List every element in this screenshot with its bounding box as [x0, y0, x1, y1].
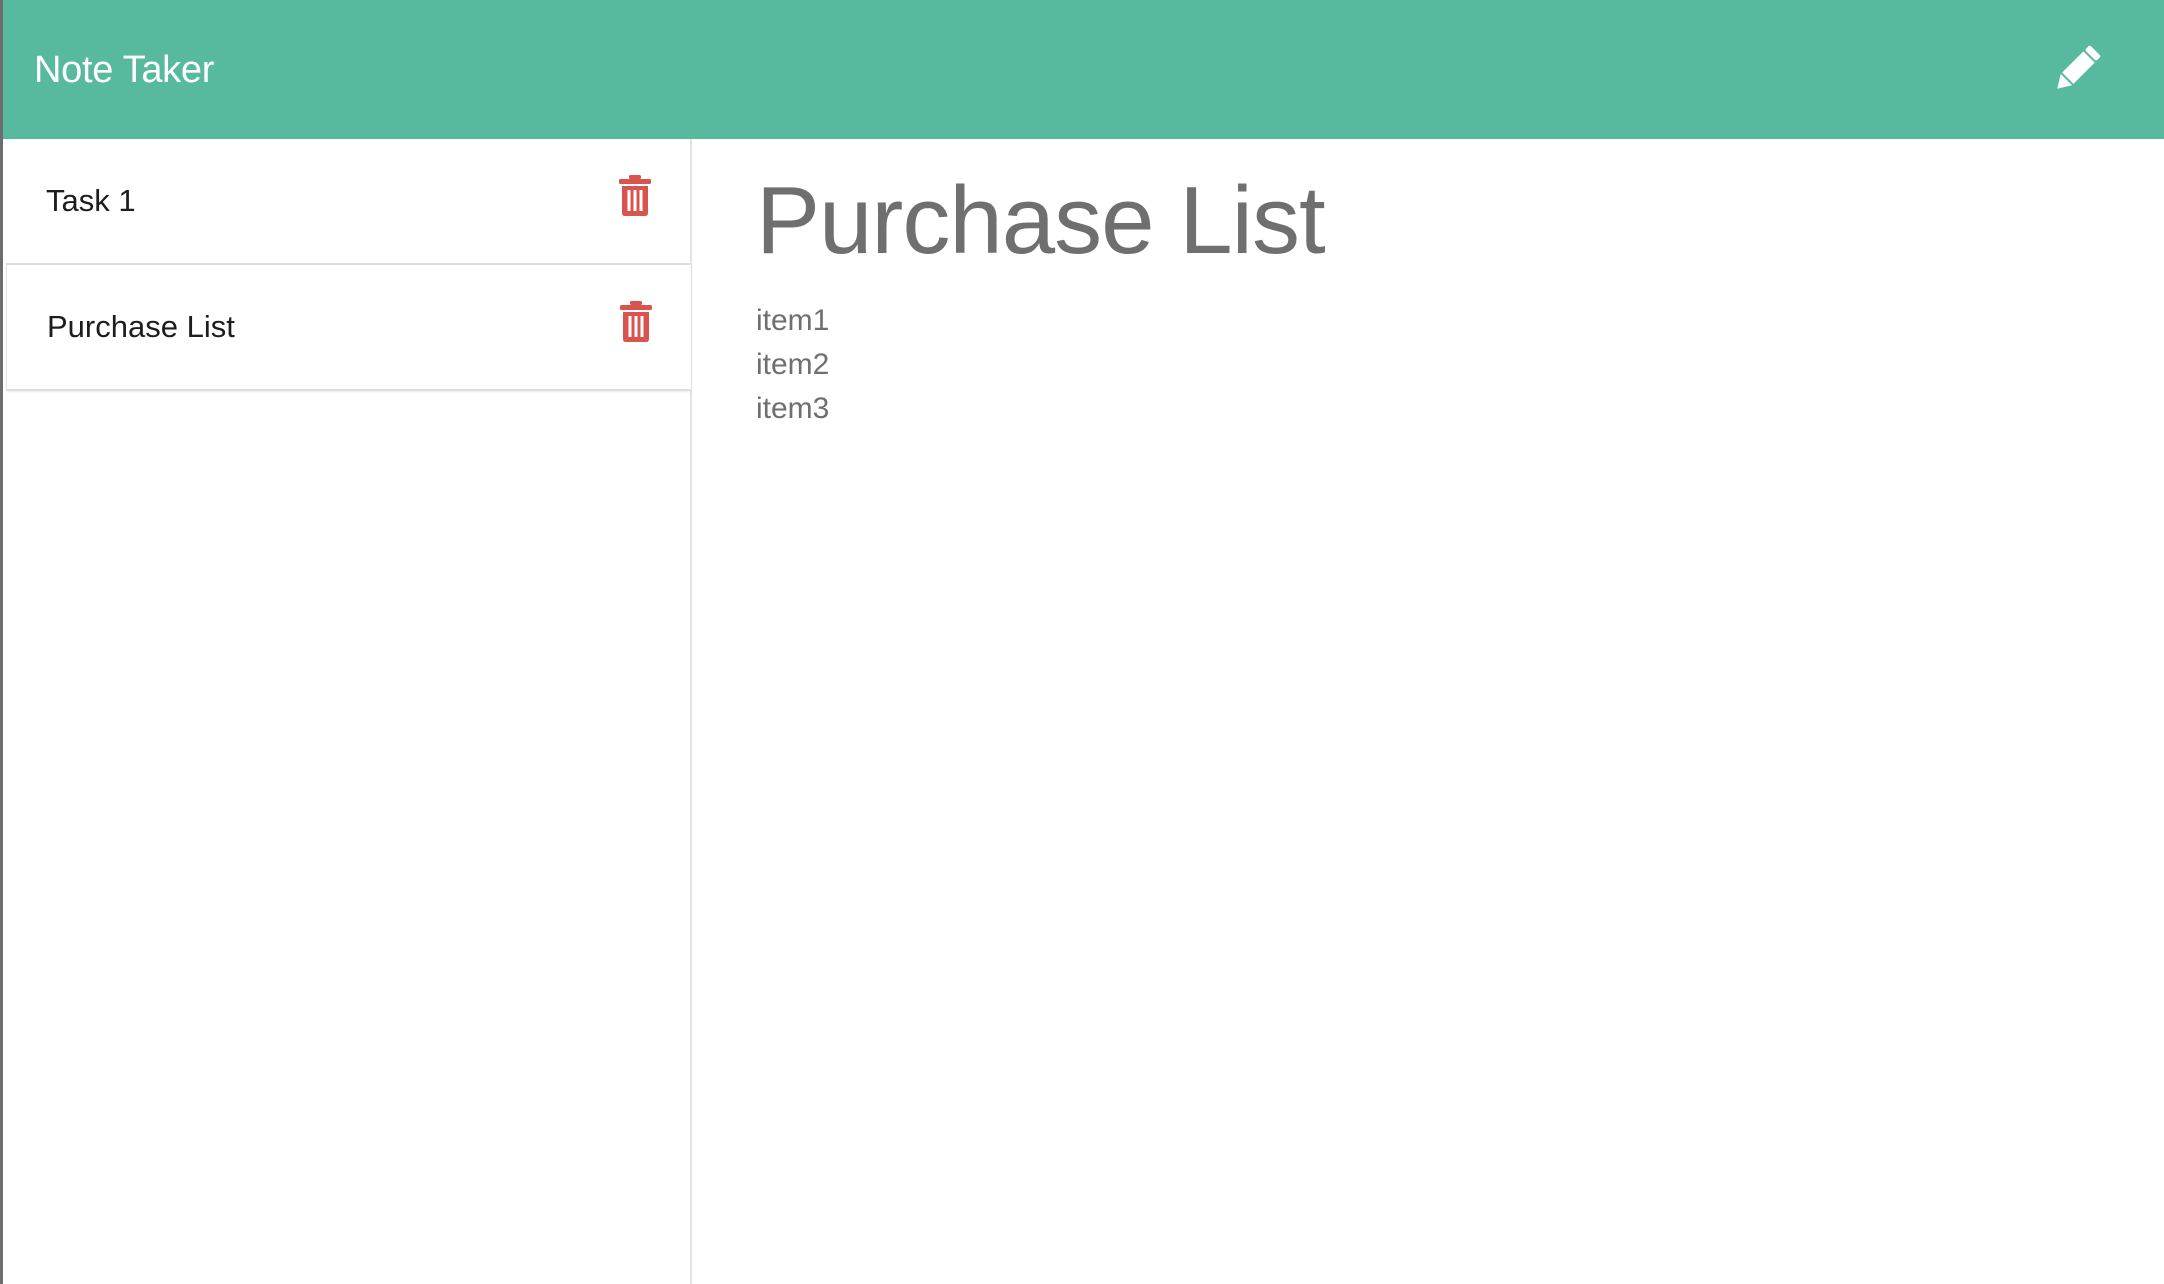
- note-view: Purchase List item1 item2 item3: [692, 139, 2164, 1284]
- note-text-field[interactable]: item1 item2 item3: [756, 299, 829, 431]
- note-line: item2: [756, 348, 830, 381]
- trash-icon: [620, 301, 652, 342]
- note-line: item3: [756, 392, 830, 425]
- note-title[interactable]: Task 1: [46, 181, 136, 221]
- note-title-field[interactable]: Purchase List: [756, 166, 1326, 276]
- list-item[interactable]: Task 1: [6, 139, 690, 265]
- note-taker-app: Note Taker Task 1 Purchase List Purchase…: [0, 0, 2164, 1284]
- navbar: Note Taker: [0, 0, 2164, 139]
- list-item[interactable]: Purchase List: [6, 265, 691, 391]
- notes-sidebar: Task 1 Purchase List: [3, 139, 692, 1284]
- note-title[interactable]: Purchase List: [47, 307, 235, 347]
- pencil-icon: [2057, 45, 2101, 89]
- new-note-button[interactable]: [2048, 40, 2106, 98]
- app-title[interactable]: Note Taker: [34, 46, 214, 94]
- note-line: item1: [756, 304, 830, 337]
- window-left-edge: [0, 0, 3, 1284]
- delete-note-button[interactable]: [618, 175, 652, 217]
- delete-note-button[interactable]: [619, 301, 653, 343]
- trash-icon: [619, 175, 651, 216]
